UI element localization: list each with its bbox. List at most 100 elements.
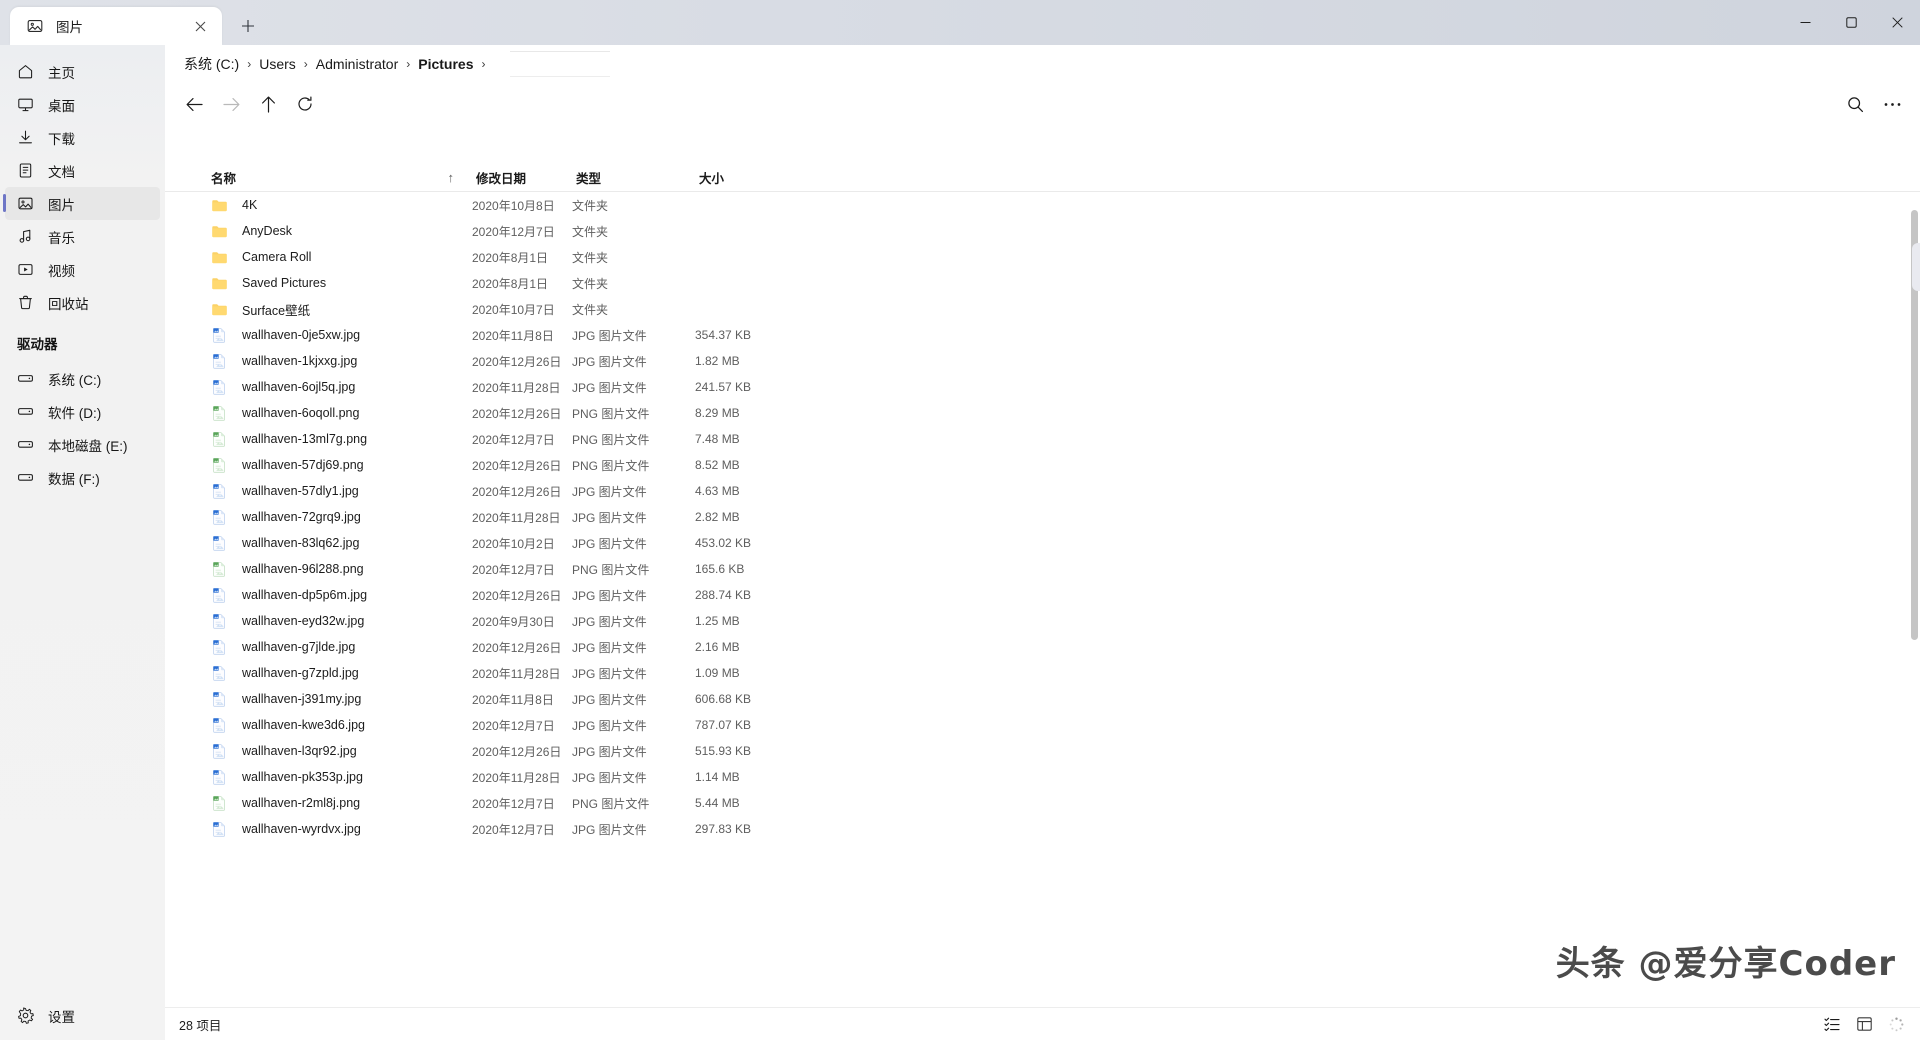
chevron-right-icon[interactable]: › (403, 57, 413, 71)
breadcrumb-item-pictures[interactable]: Pictures (413, 54, 478, 74)
sidebar-item-settings[interactable]: 设置 (5, 999, 160, 1032)
table-row[interactable]: wallhaven-l3qr92.jpg2020年12月26日JPG 图片文件5… (171, 738, 1914, 764)
table-row[interactable]: wallhaven-6ojl5q.jpg2020年11月28日JPG 图片文件2… (171, 374, 1914, 400)
file-type-cell: PNG 图片文件 (572, 561, 695, 578)
sidebar-item-downloads[interactable]: 下载 (5, 121, 160, 154)
table-row[interactable]: wallhaven-j391my.jpg2020年11月8日JPG 图片文件60… (171, 686, 1914, 712)
file-name-cell: wallhaven-wyrdvx.jpg (207, 821, 472, 838)
table-row[interactable]: wallhaven-pk353p.jpg2020年11月28日JPG 图片文件1… (171, 764, 1914, 790)
up-arrow-icon[interactable] (251, 88, 285, 120)
column-header-type[interactable]: 类型 (566, 163, 689, 192)
table-row[interactable]: Surface壁纸2020年10月7日文件夹 (171, 296, 1914, 322)
table-row[interactable]: Camera Roll2020年8月1日文件夹 (171, 244, 1914, 270)
table-row[interactable]: 4K2020年10月8日文件夹 (171, 192, 1914, 218)
chevron-right-icon[interactable]: › (479, 57, 489, 71)
file-date-cell: 2020年10月7日 (472, 301, 572, 318)
table-row[interactable]: wallhaven-kwe3d6.jpg2020年12月7日JPG 图片文件78… (171, 712, 1914, 738)
file-size-cell: 515.93 KB (695, 744, 815, 758)
file-size-cell: 1.82 MB (695, 354, 815, 368)
file-size-cell: 4.63 MB (695, 484, 815, 498)
table-row[interactable]: wallhaven-1kjxxg.jpg2020年12月26日JPG 图片文件1… (171, 348, 1914, 374)
breadcrumb-item-users[interactable]: Users (254, 54, 301, 74)
drive-icon (17, 403, 34, 420)
table-row[interactable]: wallhaven-83lq62.jpg2020年10月2日JPG 图片文件45… (171, 530, 1914, 556)
maximize-icon[interactable] (1828, 0, 1874, 45)
refresh-icon[interactable] (288, 88, 322, 120)
jpg-file-icon (211, 717, 228, 734)
drive-icon (17, 370, 34, 387)
column-header-label: 修改日期 (476, 168, 526, 187)
chevron-right-icon[interactable]: › (244, 57, 254, 71)
table-row[interactable]: wallhaven-r2ml8j.png2020年12月7日PNG 图片文件5.… (171, 790, 1914, 816)
column-header-size[interactable]: 大小 (689, 163, 809, 192)
sidebar-item-recyclebin[interactable]: 回收站 (5, 286, 160, 319)
table-row[interactable]: wallhaven-13ml7g.png2020年12月7日PNG 图片文件7.… (171, 426, 1914, 452)
table-row[interactable]: wallhaven-g7jlde.jpg2020年12月26日JPG 图片文件2… (171, 634, 1914, 660)
tab-title: 图片 (56, 16, 176, 36)
file-type-cell: JPG 图片文件 (572, 327, 695, 344)
more-options-icon[interactable] (1875, 88, 1909, 120)
table-row[interactable]: wallhaven-0je5xw.jpg2020年11月8日JPG 图片文件35… (171, 322, 1914, 348)
details-view-icon[interactable] (1818, 1011, 1846, 1037)
file-type-cell: JPG 图片文件 (572, 483, 695, 500)
file-type-cell: JPG 图片文件 (572, 509, 695, 526)
minimize-icon[interactable] (1782, 0, 1828, 45)
new-tab-button[interactable] (232, 10, 264, 42)
table-row[interactable]: wallhaven-57dj69.png2020年12月26日PNG 图片文件8… (171, 452, 1914, 478)
screen-edge-artifact (1912, 243, 1920, 291)
file-date-cell: 2020年12月26日 (472, 353, 572, 370)
home-icon (17, 63, 34, 80)
file-type-cell: JPG 图片文件 (572, 379, 695, 396)
sidebar-item-drive-e[interactable]: 本地磁盘 (E:) (5, 428, 160, 461)
table-row[interactable]: wallhaven-6oqoll.png2020年12月26日PNG 图片文件8… (171, 400, 1914, 426)
table-row[interactable]: AnyDesk2020年12月7日文件夹 (171, 218, 1914, 244)
file-name-label: wallhaven-g7zpld.jpg (242, 666, 359, 680)
thumbnail-view-icon[interactable] (1850, 1011, 1878, 1037)
sidebar-item-label: 下载 (48, 128, 75, 148)
column-header-name[interactable]: 名称 ↑ (201, 163, 466, 192)
file-date-cell: 2020年11月28日 (472, 769, 572, 786)
close-icon[interactable] (188, 14, 212, 38)
forward-arrow-icon[interactable] (214, 88, 248, 120)
sidebar-item-videos[interactable]: 视频 (5, 253, 160, 286)
jpg-file-icon (211, 535, 228, 552)
column-headers: 名称 ↑ 修改日期 类型 大小 (165, 163, 1920, 192)
table-row[interactable]: wallhaven-72grq9.jpg2020年11月28日JPG 图片文件2… (171, 504, 1914, 530)
file-list[interactable]: 4K2020年10月8日文件夹AnyDesk2020年12月7日文件夹Camer… (165, 192, 1920, 862)
table-row[interactable]: wallhaven-57dly1.jpg2020年12月26日JPG 图片文件4… (171, 478, 1914, 504)
file-size-cell: 1.09 MB (695, 666, 815, 680)
sidebar-item-music[interactable]: 音乐 (5, 220, 160, 253)
table-row[interactable]: wallhaven-wyrdvx.jpg2020年12月7日JPG 图片文件29… (171, 816, 1914, 842)
sidebar-settings-container: 设置 (0, 999, 165, 1032)
file-size-cell: 787.07 KB (695, 718, 815, 732)
column-header-date[interactable]: 修改日期 (466, 163, 566, 192)
jpg-file-icon (211, 327, 228, 344)
sidebar-item-desktop[interactable]: 桌面 (5, 88, 160, 121)
breadcrumb-item-system-c[interactable]: 系统 (C:) (179, 52, 244, 76)
table-row[interactable]: wallhaven-dp5p6m.jpg2020年12月26日JPG 图片文件2… (171, 582, 1914, 608)
table-row[interactable]: Saved Pictures2020年8月1日文件夹 (171, 270, 1914, 296)
search-icon[interactable] (1838, 88, 1872, 120)
chevron-right-icon[interactable]: › (301, 57, 311, 71)
tab-pictures[interactable]: 图片 (10, 7, 222, 45)
file-size-cell: 1.25 MB (695, 614, 815, 628)
file-name-label: wallhaven-eyd32w.jpg (242, 614, 364, 628)
vertical-scrollbar[interactable] (1911, 210, 1918, 855)
close-icon[interactable] (1874, 0, 1920, 45)
back-arrow-icon[interactable] (177, 88, 211, 120)
png-file-icon (211, 561, 228, 578)
sidebar-item-drive-f[interactable]: 数据 (F:) (5, 461, 160, 494)
jpg-file-icon (211, 509, 228, 526)
file-name-cell: wallhaven-6ojl5q.jpg (207, 379, 472, 396)
sidebar-item-pictures[interactable]: 图片 (5, 187, 160, 220)
sidebar-item-home[interactable]: 主页 (5, 55, 160, 88)
file-type-cell: PNG 图片文件 (572, 795, 695, 812)
table-row[interactable]: wallhaven-g7zpld.jpg2020年11月28日JPG 图片文件1… (171, 660, 1914, 686)
breadcrumb-item-administrator[interactable]: Administrator (311, 54, 403, 74)
sidebar-item-drive-c[interactable]: 系统 (C:) (5, 362, 160, 395)
table-row[interactable]: wallhaven-eyd32w.jpg2020年9月30日JPG 图片文件1.… (171, 608, 1914, 634)
table-row[interactable]: wallhaven-96l288.png2020年12月7日PNG 图片文件16… (171, 556, 1914, 582)
sidebar-item-documents[interactable]: 文档 (5, 154, 160, 187)
file-size-cell: 165.6 KB (695, 562, 815, 576)
sidebar-item-drive-d[interactable]: 软件 (D:) (5, 395, 160, 428)
